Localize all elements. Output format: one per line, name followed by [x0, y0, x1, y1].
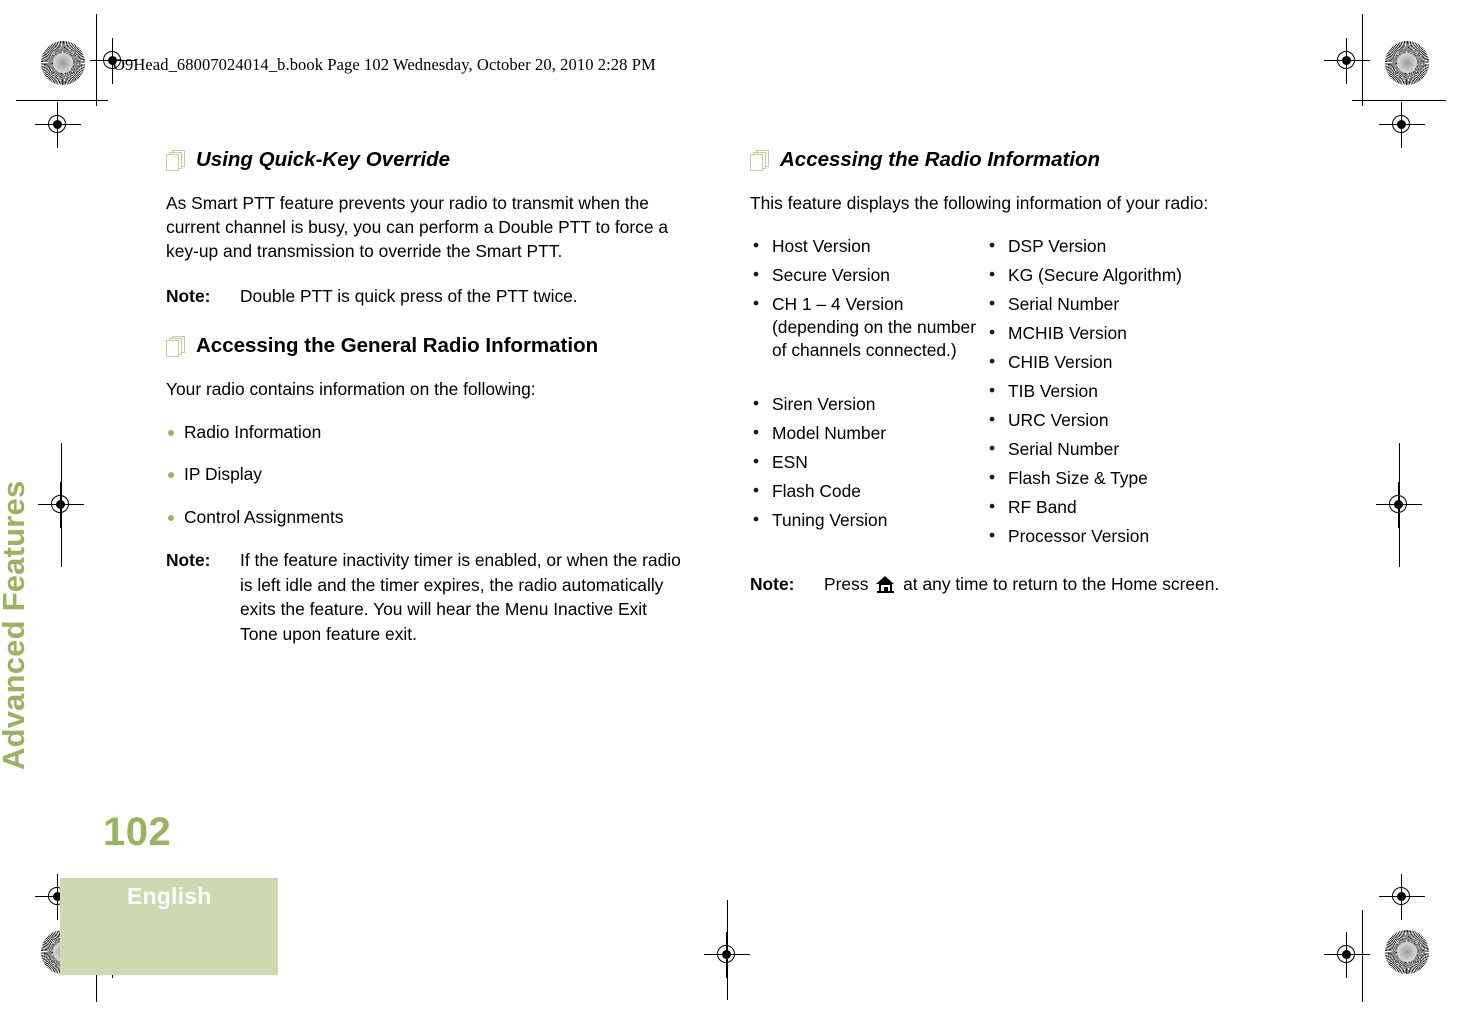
list-item: RF Band: [986, 495, 1260, 519]
page-number: 102: [103, 810, 172, 854]
note-label: Note:: [166, 285, 211, 306]
note-block-inactivity-timer: Note: If the feature inactivity timer is…: [166, 548, 688, 645]
note-text: Double PTT is quick press of the PTT twi…: [240, 285, 578, 306]
note-block-double-ptt: Note: Double PTT is quick press of the P…: [166, 284, 688, 308]
section-paragraph: As Smart PTT feature prevents your radio…: [166, 192, 669, 262]
note-text: Press at any time to return to the Home …: [824, 572, 1260, 596]
list-item: CH 1 – 4 Version (depending on the numbe…: [750, 292, 982, 362]
left-column: Using Quick-Key Override As Smart PTT fe…: [166, 148, 688, 666]
list-item: Serial Number: [986, 437, 1260, 461]
registration-crosshair-top-right-inner: [1324, 38, 1370, 84]
section-paragraph: This feature displays the following info…: [750, 192, 1209, 213]
list-item: Tuning Version: [750, 508, 982, 532]
spec-list-right: DSP Version KG (Secure Algorithm) Serial…: [986, 234, 1260, 548]
trim-line-top-left-horizontal: [16, 100, 108, 102]
section-heading-accessing-general-radio-information: Accessing the General Radio Information: [166, 334, 688, 359]
section-heading-text: Using Quick-Key Override: [196, 148, 451, 171]
list-item: URC Version: [986, 408, 1260, 432]
section-heading-text: Accessing the Radio Information: [780, 148, 1101, 171]
list-item: Model Number: [750, 421, 982, 445]
note-label: Note:: [750, 573, 795, 594]
general-radio-information-list: Radio Information IP Display Control Ass…: [166, 421, 688, 529]
chapter-side-tab: Advanced Features: [0, 480, 31, 770]
list-item: Flash Code: [750, 479, 982, 503]
registration-crosshair-mid-left: [38, 482, 84, 528]
note-label: Note:: [166, 550, 211, 571]
list-item: Radio Information: [166, 421, 688, 444]
list-item: Secure Version: [750, 263, 982, 287]
pages-icon: [166, 336, 185, 358]
list-item: ESN: [750, 450, 982, 474]
spec-sub-column-2: DSP Version KG (Secure Algorithm) Serial…: [986, 234, 1260, 554]
list-item: CHIB Version: [986, 350, 1260, 374]
home-icon: [876, 575, 895, 593]
section-heading-text: Accessing the General Radio Information: [196, 334, 599, 358]
spec-list-left: Host Version Secure Version CH 1 – 4 Ver…: [750, 234, 982, 532]
list-item: Flash Size & Type: [986, 466, 1260, 490]
list-item: TIB Version: [986, 379, 1260, 403]
radio-information-spec-lists: Host Version Secure Version CH 1 – 4 Ver…: [750, 234, 1260, 554]
list-item: Siren Version: [750, 392, 982, 416]
note-block-home-screen: Note: Press at any time to return to the…: [750, 572, 1260, 596]
note-text: If the feature inactivity timer is enabl…: [240, 550, 681, 644]
right-column: Accessing the Radio Information This fea…: [750, 148, 1260, 616]
section-heading-using-quick-key-override: Using Quick-Key Override: [166, 148, 688, 173]
section-paragraph: Your radio contains information on the f…: [166, 378, 536, 399]
list-item: MCHIB Version: [986, 321, 1260, 345]
list-item: DSP Version: [986, 234, 1260, 258]
list-item: Host Version: [750, 234, 982, 258]
registration-rosette-bottom-right: [1385, 930, 1429, 974]
list-item: KG (Secure Algorithm): [986, 263, 1260, 287]
pages-icon: [166, 150, 185, 172]
section-heading-accessing-the-radio-information: Accessing the Radio Information: [750, 148, 1260, 173]
registration-crosshair-top-right: [1379, 102, 1425, 148]
registration-crosshair-top-left: [35, 102, 81, 148]
registration-crosshair-bottom-right-inner: [1324, 932, 1370, 978]
list-item: Processor Version: [986, 524, 1260, 548]
trim-line-top-right-horizontal: [1352, 100, 1446, 102]
registration-rosette-top-right: [1385, 41, 1429, 85]
list-item: Control Assignments: [166, 506, 688, 529]
list-item: Serial Number: [986, 292, 1260, 316]
list-item: IP Display: [166, 463, 688, 486]
file-header-stamp: O9Head_68007024014_b.book Page 102 Wedne…: [113, 55, 656, 74]
registration-crosshair-bottom-center: [704, 932, 750, 978]
language-label: English: [127, 883, 212, 909]
note-text-after-icon: at any time to return to the Home screen…: [903, 573, 1220, 594]
spec-sub-column-1: Host Version Secure Version CH 1 – 4 Ver…: [750, 234, 982, 554]
registration-crosshair-bottom-right: [1379, 874, 1425, 920]
pages-icon: [750, 150, 769, 172]
registration-crosshair-mid-right: [1376, 482, 1422, 528]
registration-rosette-top-left: [41, 41, 85, 85]
note-text-before-icon: Press: [824, 573, 869, 594]
